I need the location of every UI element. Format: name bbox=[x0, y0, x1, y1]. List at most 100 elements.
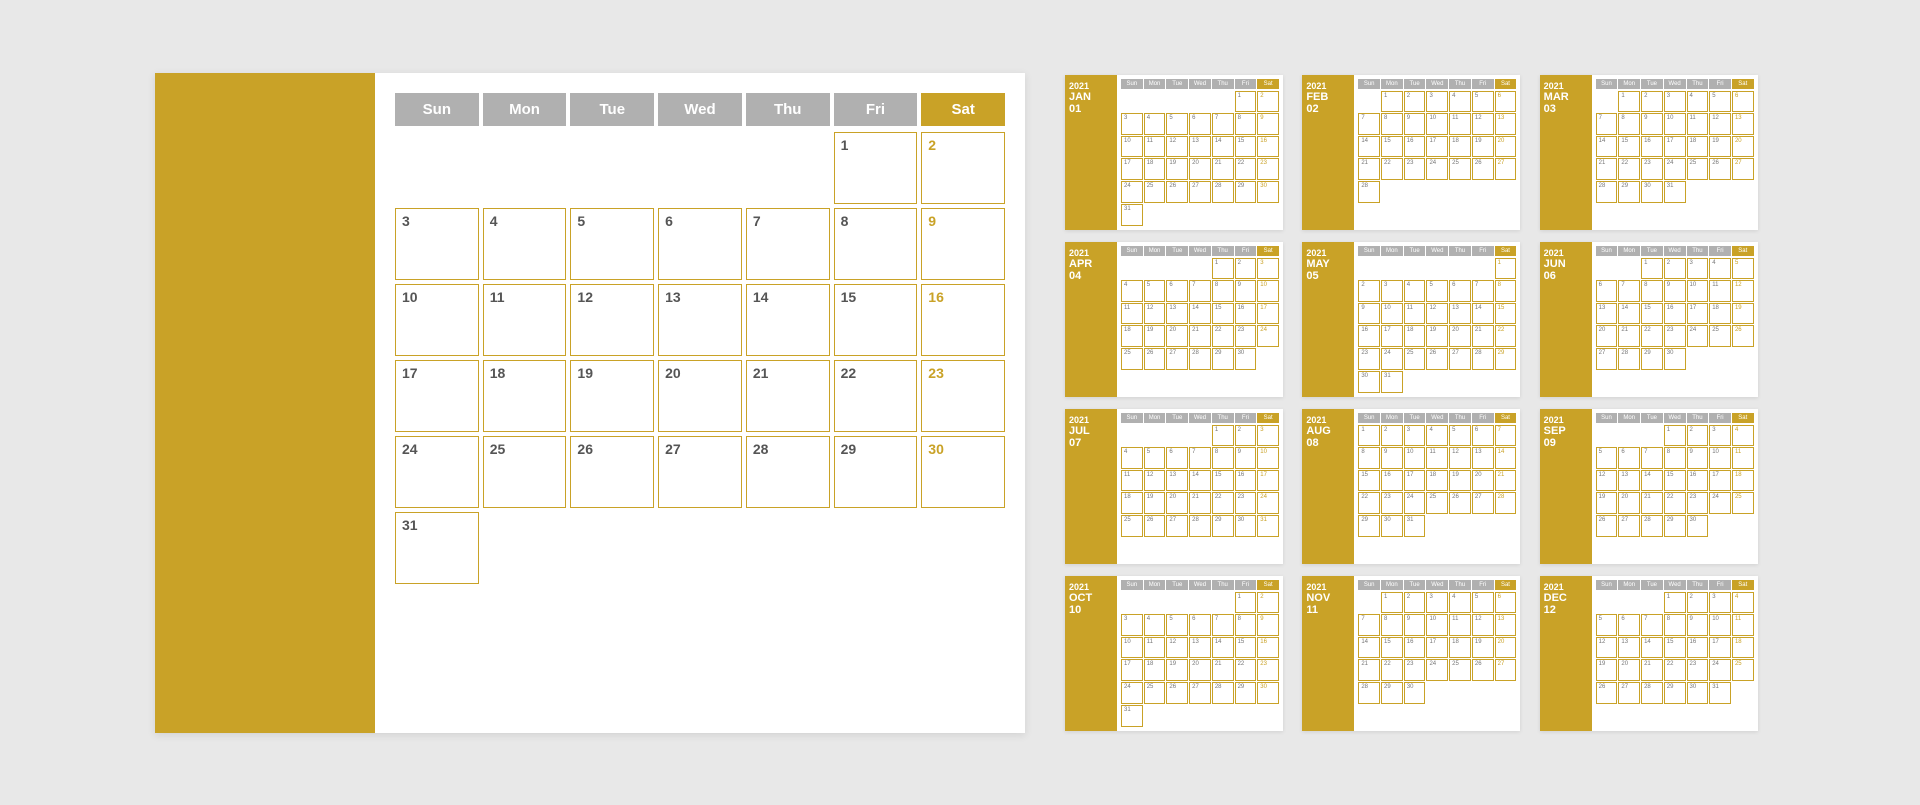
mini-cell-aug-3-2[interactable]: 24 bbox=[1404, 492, 1426, 514]
mini-cell-nov-3-0[interactable]: 21 bbox=[1358, 659, 1380, 681]
mini-cell-nov-4-5[interactable] bbox=[1472, 682, 1494, 704]
mini-cell-apr-3-4[interactable]: 22 bbox=[1212, 325, 1234, 347]
mini-cell-apr-2-0[interactable]: 11 bbox=[1121, 303, 1143, 325]
mini-cell-may-4-3[interactable]: 26 bbox=[1426, 348, 1448, 370]
mini-cell-jun-3-3[interactable]: 23 bbox=[1664, 325, 1686, 347]
mini-cell-dec-1-2[interactable]: 7 bbox=[1641, 614, 1663, 636]
mini-cell-jul-2-1[interactable]: 12 bbox=[1144, 470, 1166, 492]
main-cal-cell-1-3[interactable]: 6 bbox=[658, 208, 742, 280]
mini-cell-jul-1-5[interactable]: 9 bbox=[1235, 447, 1257, 469]
mini-cell-nov-2-0[interactable]: 14 bbox=[1358, 637, 1380, 659]
mini-cell-mar-3-3[interactable]: 24 bbox=[1664, 158, 1686, 180]
mini-cell-aug-0-0[interactable]: 1 bbox=[1358, 425, 1380, 447]
mini-cell-jul-5-3[interactable] bbox=[1189, 538, 1211, 560]
mini-cell-feb-0-6[interactable]: 6 bbox=[1495, 91, 1517, 113]
mini-cell-sep-1-4[interactable]: 9 bbox=[1687, 447, 1709, 469]
mini-cell-oct-2-3[interactable]: 13 bbox=[1189, 637, 1211, 659]
mini-cell-aug-5-3[interactable] bbox=[1426, 538, 1448, 560]
mini-cell-jul-0-3[interactable] bbox=[1189, 425, 1211, 447]
main-cal-cell-5-2[interactable] bbox=[570, 512, 654, 584]
mini-cell-jul-4-1[interactable]: 26 bbox=[1144, 515, 1166, 537]
mini-cell-apr-3-6[interactable]: 24 bbox=[1257, 325, 1279, 347]
mini-cell-apr-0-1[interactable] bbox=[1144, 258, 1166, 280]
mini-cell-sep-4-1[interactable]: 27 bbox=[1618, 515, 1640, 537]
main-cal-cell-3-6[interactable]: 23 bbox=[921, 360, 1005, 432]
mini-cell-may-3-4[interactable]: 20 bbox=[1449, 325, 1471, 347]
mini-cell-jan-5-4[interactable] bbox=[1212, 204, 1234, 226]
mini-cell-sep-4-5[interactable] bbox=[1709, 515, 1731, 537]
mini-cell-mar-0-3[interactable]: 3 bbox=[1664, 91, 1686, 113]
mini-cell-sep-1-1[interactable]: 6 bbox=[1618, 447, 1640, 469]
main-cal-cell-4-4[interactable]: 28 bbox=[746, 436, 830, 508]
main-cal-cell-0-4[interactable] bbox=[746, 132, 830, 204]
main-cal-cell-2-3[interactable]: 13 bbox=[658, 284, 742, 356]
mini-cell-apr-4-4[interactable]: 29 bbox=[1212, 348, 1234, 370]
mini-cell-mar-1-3[interactable]: 10 bbox=[1664, 113, 1686, 135]
mini-cell-aug-2-5[interactable]: 20 bbox=[1472, 470, 1494, 492]
main-cal-cell-2-6[interactable]: 16 bbox=[921, 284, 1005, 356]
mini-cell-sep-5-6[interactable] bbox=[1732, 538, 1754, 560]
mini-cell-dec-0-6[interactable]: 4 bbox=[1732, 592, 1754, 614]
mini-cell-dec-1-3[interactable]: 8 bbox=[1664, 614, 1686, 636]
mini-cell-sep-1-0[interactable]: 5 bbox=[1596, 447, 1618, 469]
main-cal-cell-5-6[interactable] bbox=[921, 512, 1005, 584]
mini-cell-sep-2-0[interactable]: 12 bbox=[1596, 470, 1618, 492]
mini-cell-jul-1-6[interactable]: 10 bbox=[1257, 447, 1279, 469]
mini-cell-oct-4-6[interactable]: 30 bbox=[1257, 682, 1279, 704]
mini-cell-apr-0-4[interactable]: 1 bbox=[1212, 258, 1234, 280]
mini-cell-may-0-1[interactable] bbox=[1381, 258, 1403, 280]
mini-cell-jul-1-2[interactable]: 6 bbox=[1166, 447, 1188, 469]
mini-cell-apr-5-4[interactable] bbox=[1212, 371, 1234, 393]
mini-cell-jul-3-0[interactable]: 18 bbox=[1121, 492, 1143, 514]
mini-cell-aug-5-0[interactable] bbox=[1358, 538, 1380, 560]
mini-cell-dec-4-5[interactable]: 31 bbox=[1709, 682, 1731, 704]
mini-cell-jun-5-6[interactable] bbox=[1732, 371, 1754, 393]
mini-cell-may-5-6[interactable] bbox=[1495, 371, 1517, 393]
mini-cell-jun-1-0[interactable]: 6 bbox=[1596, 280, 1618, 302]
mini-cell-jan-4-4[interactable]: 28 bbox=[1212, 181, 1234, 203]
mini-cell-mar-2-0[interactable]: 14 bbox=[1596, 136, 1618, 158]
mini-cell-jul-0-1[interactable] bbox=[1144, 425, 1166, 447]
main-cal-cell-3-1[interactable]: 18 bbox=[483, 360, 567, 432]
mini-cell-may-5-3[interactable] bbox=[1426, 371, 1448, 393]
mini-cell-nov-2-1[interactable]: 15 bbox=[1381, 637, 1403, 659]
mini-cell-aug-4-2[interactable]: 31 bbox=[1404, 515, 1426, 537]
mini-cell-dec-4-0[interactable]: 26 bbox=[1596, 682, 1618, 704]
mini-cell-sep-2-2[interactable]: 14 bbox=[1641, 470, 1663, 492]
mini-cell-aug-0-3[interactable]: 4 bbox=[1426, 425, 1448, 447]
mini-cell-nov-0-0[interactable] bbox=[1358, 592, 1380, 614]
mini-cell-jan-4-6[interactable]: 30 bbox=[1257, 181, 1279, 203]
mini-cell-jul-5-0[interactable] bbox=[1121, 538, 1143, 560]
mini-cell-sep-2-1[interactable]: 13 bbox=[1618, 470, 1640, 492]
mini-cell-nov-0-2[interactable]: 2 bbox=[1404, 592, 1426, 614]
mini-cell-jul-4-4[interactable]: 29 bbox=[1212, 515, 1234, 537]
mini-cell-jun-1-5[interactable]: 11 bbox=[1709, 280, 1731, 302]
mini-cell-may-1-3[interactable]: 5 bbox=[1426, 280, 1448, 302]
main-cal-cell-4-3[interactable]: 27 bbox=[658, 436, 742, 508]
mini-cell-jun-5-1[interactable] bbox=[1618, 371, 1640, 393]
mini-cell-dec-0-0[interactable] bbox=[1596, 592, 1618, 614]
mini-cell-jul-1-4[interactable]: 8 bbox=[1212, 447, 1234, 469]
mini-cell-jul-3-5[interactable]: 23 bbox=[1235, 492, 1257, 514]
mini-cell-mar-5-2[interactable] bbox=[1641, 204, 1663, 226]
mini-cell-jan-5-0[interactable]: 31 bbox=[1121, 204, 1143, 226]
mini-cell-nov-2-3[interactable]: 17 bbox=[1426, 637, 1448, 659]
mini-cell-oct-2-5[interactable]: 15 bbox=[1235, 637, 1257, 659]
mini-cell-feb-5-6[interactable] bbox=[1495, 204, 1517, 226]
mini-cell-jun-3-2[interactable]: 22 bbox=[1641, 325, 1663, 347]
mini-cell-jan-0-2[interactable] bbox=[1166, 91, 1188, 113]
mini-cell-aug-2-4[interactable]: 19 bbox=[1449, 470, 1471, 492]
mini-cell-jun-0-5[interactable]: 4 bbox=[1709, 258, 1731, 280]
mini-cell-apr-0-6[interactable]: 3 bbox=[1257, 258, 1279, 280]
mini-cell-jan-3-3[interactable]: 20 bbox=[1189, 158, 1211, 180]
mini-cell-oct-1-1[interactable]: 4 bbox=[1144, 614, 1166, 636]
mini-cell-sep-0-2[interactable] bbox=[1641, 425, 1663, 447]
mini-cell-dec-4-4[interactable]: 30 bbox=[1687, 682, 1709, 704]
mini-cell-dec-1-0[interactable]: 5 bbox=[1596, 614, 1618, 636]
mini-cell-dec-1-1[interactable]: 6 bbox=[1618, 614, 1640, 636]
mini-cell-apr-5-2[interactable] bbox=[1166, 371, 1188, 393]
mini-cell-aug-4-1[interactable]: 30 bbox=[1381, 515, 1403, 537]
mini-cell-jul-2-5[interactable]: 16 bbox=[1235, 470, 1257, 492]
mini-cell-dec-0-2[interactable] bbox=[1641, 592, 1663, 614]
mini-cell-jan-0-3[interactable] bbox=[1189, 91, 1211, 113]
